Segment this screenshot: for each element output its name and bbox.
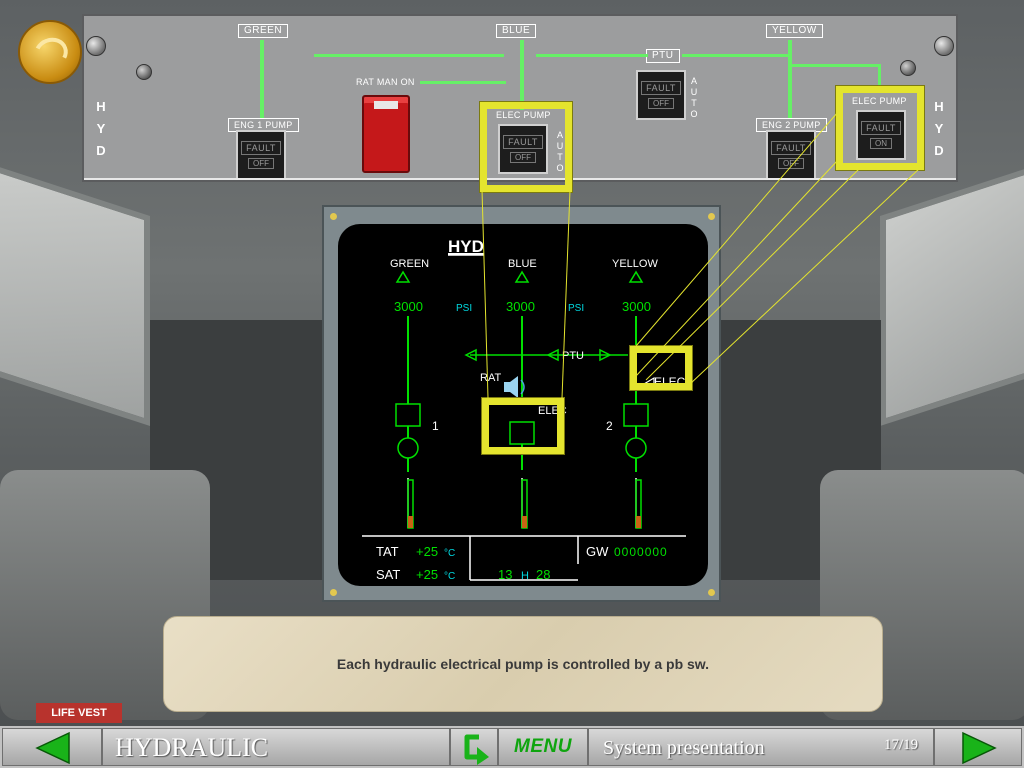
sat-value: +25 — [416, 567, 438, 582]
fault-light: FAULT — [241, 141, 281, 155]
arrow-left-icon — [35, 731, 70, 765]
menu-button[interactable]: MENU — [498, 728, 588, 766]
eng1-pump-pb[interactable]: FAULT OFF — [236, 130, 286, 180]
ecam-blue-label: BLUE — [508, 258, 537, 270]
ecam-pump-1-num: 1 — [432, 419, 439, 433]
ptu-line-left — [314, 54, 504, 57]
ecam-blue-pressure: 3000 — [506, 299, 535, 314]
hyd-side-label-left: HYD — [96, 99, 106, 158]
ecam-green-pressure: 3000 — [394, 299, 423, 314]
yellow-system-tag: YELLOW — [766, 24, 823, 38]
ptu-line-mid — [536, 54, 648, 57]
module-title-cell: HYDRAULIC — [102, 728, 450, 766]
arrow-right-icon — [962, 731, 997, 765]
rat-line — [420, 81, 506, 84]
ecam-yellow-pressure: 3000 — [622, 299, 651, 314]
blue-system-tag: BLUE — [496, 24, 537, 38]
return-button[interactable] — [450, 728, 498, 766]
ecam-ptu-label: PTU — [562, 350, 584, 362]
ptu-pb[interactable]: FAULT OFF — [636, 70, 686, 120]
right-window — [880, 164, 1024, 426]
highlight-blue-elec-pump — [480, 102, 572, 192]
psi-label: PSI — [568, 303, 584, 314]
menu-label: MENU — [514, 736, 572, 757]
time-separator: H — [521, 570, 529, 582]
page-counter: 17/19 — [884, 737, 919, 753]
ecam-pump-2-num: 2 — [606, 419, 613, 433]
bottom-navbar: HYDRAULIC MENU System presentation 17/19 — [0, 726, 1024, 768]
ptu-tag: PTU — [646, 49, 680, 63]
psi-label: PSI — [456, 303, 472, 314]
ecam-green-label: GREEN — [390, 258, 429, 270]
sat-label: SAT — [376, 567, 400, 582]
left-window — [0, 164, 150, 426]
ptu-auto-label: AUTO — [690, 76, 698, 119]
gw-value: 0000000 — [614, 545, 668, 559]
ecam-yellow-label: YELLOW — [612, 258, 658, 270]
screw-icon — [86, 36, 106, 56]
ecam-rat-label: RAT — [480, 372, 501, 384]
module-title: HYDRAULIC — [115, 733, 269, 762]
rat-man-on-guard[interactable] — [362, 95, 410, 173]
yellow-elec-line — [790, 64, 880, 67]
time-hours: 13 — [498, 567, 512, 582]
green-line — [260, 40, 264, 124]
off-light: OFF — [778, 158, 804, 169]
rat-man-on-label: RAT MAN ON — [356, 77, 415, 87]
info-box: Each hydraulic electrical pump is contro… — [163, 616, 883, 712]
section-subtitle: System presentation — [603, 737, 765, 759]
eng2-pump-pb[interactable]: FAULT OFF — [766, 130, 816, 180]
gw-label: GW — [586, 544, 609, 559]
tat-value: +25 — [416, 544, 438, 559]
screw-icon — [136, 64, 152, 80]
blue-line — [520, 40, 524, 110]
logo-icon — [18, 20, 82, 84]
hyd-side-label-right: HYD — [934, 99, 944, 158]
screw-icon — [934, 36, 954, 56]
time-minutes: 28 — [536, 567, 550, 582]
green-system-tag: GREEN — [238, 24, 289, 38]
return-arrow-icon — [464, 734, 489, 765]
ptu-line-right — [682, 54, 788, 57]
fault-light: FAULT — [771, 141, 811, 155]
fault-light: FAULT — [641, 81, 681, 95]
ecam-title: HYD — [448, 237, 484, 256]
prev-button[interactable] — [2, 728, 102, 766]
highlight-ecam-blue-pump — [482, 398, 564, 454]
sat-unit: °C — [444, 571, 455, 582]
off-light: OFF — [648, 98, 674, 109]
off-light: OFF — [248, 158, 274, 169]
highlight-ecam-yellow-elec — [630, 346, 692, 390]
life-vest-label: LIFE VEST — [36, 703, 122, 723]
tat-unit: °C — [444, 548, 455, 559]
next-button[interactable] — [934, 728, 1022, 766]
highlight-yellow-elec-pump — [836, 86, 924, 170]
screw-icon — [900, 60, 916, 76]
tat-label: TAT — [376, 544, 399, 559]
yellow-line — [788, 40, 792, 120]
subtitle-cell: System presentation — [588, 728, 934, 766]
info-text: Each hydraulic electrical pump is contro… — [336, 656, 710, 672]
